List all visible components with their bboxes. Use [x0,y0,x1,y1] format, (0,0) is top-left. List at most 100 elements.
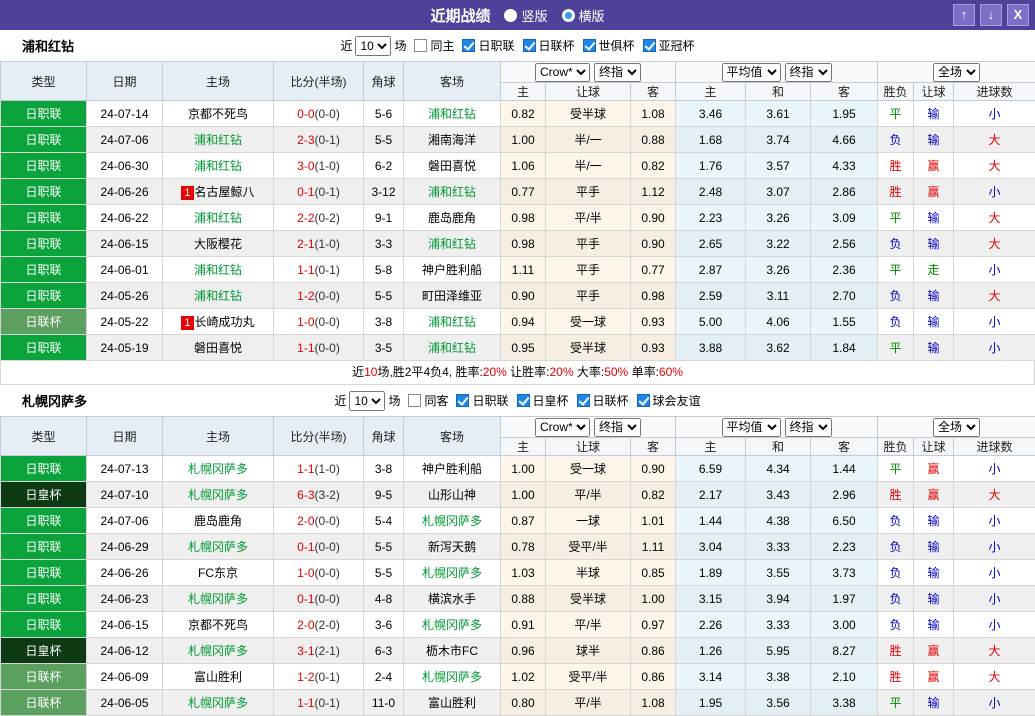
section-0-match-count-select[interactable]: 10 [355,36,391,56]
section-1-average-select[interactable]: 平均值 [722,418,781,437]
handicap-odds-0: 0.91 [501,612,546,638]
section-0-competition-checkbox-0[interactable] [462,39,475,52]
section-1-match-count-select[interactable]: 10 [349,391,385,411]
home-team-name: 札幌冈萨多 [188,644,248,658]
section-0-table-row-9: 日职联24-05-19磐田喜悦1-1(0-0)3-5浦和红钻0.95受半球0.9… [1,335,1035,361]
home-team: FC东京 [163,560,274,586]
section-1-final-index-select-2[interactable]: 终指 [785,418,832,437]
average-odds-0: 1.76 [676,153,746,179]
away-team: 浦和红钻 [404,231,501,257]
halftime-score: (0-1) [315,670,340,684]
handicap-odds-1: 受一球 [546,456,631,482]
section-0-table-row-3: 日职联24-06-261名古屋鲸八0-1(0-1)3-12浦和红钻0.77平手1… [1,179,1035,205]
section-0-competition-checkbox-1[interactable] [523,39,536,52]
result-wdl: 负 [878,127,914,153]
result-wdl: 负 [878,560,914,586]
section-1-competition-checkbox-2[interactable] [577,394,590,407]
away-team-name: 横滨水手 [428,592,476,606]
average-odds-1: 5.95 [746,638,811,664]
handicap-odds-1: 半球 [546,560,631,586]
horizontal-layout-radio[interactable] [562,9,575,22]
match-date: 24-07-13 [87,456,163,482]
section-1-scope-dropdown-cell: 全场 [878,417,1035,438]
move-down-icon[interactable]: ↓ [980,4,1002,26]
vertical-layout-label[interactable]: 竖版 [521,6,547,25]
average-odds-1: 3.61 [746,101,811,127]
section-0-header-4: 角球 [364,62,404,101]
away-team: 浦和红钻 [404,309,501,335]
away-team: 湘南海洋 [404,127,501,153]
home-team: 富山胜利 [163,664,274,690]
halftime-score: (0-0) [315,514,340,528]
section-1-competition-checkbox-0[interactable] [456,394,469,407]
section-1-team-name: 札幌冈萨多 [22,391,87,410]
result-wdl: 平 [878,257,914,283]
handicap-odds-2: 1.11 [631,534,676,560]
handicap-odds-0: 1.00 [501,482,546,508]
home-team: 大阪樱花 [163,231,274,257]
result-handicap: 输 [914,283,954,309]
section-1-scope-select[interactable]: 全场 [933,418,980,437]
match-date: 24-06-12 [87,638,163,664]
handicap-odds-2: 0.82 [631,153,676,179]
handicap-odds-2: 1.01 [631,508,676,534]
average-odds-2: 8.27 [811,638,878,664]
section-0-odds-source-select[interactable]: Crow* [535,63,590,82]
section-0-competition-checkbox-2[interactable] [583,39,596,52]
corner-count: 5-5 [364,560,404,586]
result-handicap: 赢 [914,638,954,664]
section-1-header-4: 角球 [364,417,404,456]
handicap-odds-1: 受平/半 [546,534,631,560]
section-1-subheader-7: 让球 [914,438,954,456]
result-goals: 小 [954,534,1035,560]
home-team-name: 札幌冈萨多 [188,540,248,554]
section-1-table-row-7: 日皇杯24-06-12札幌冈萨多3-1(2-1)6-3枥木市FC0.96球半0.… [1,638,1035,664]
result-handicap: 输 [914,309,954,335]
section-0-final-index-select-1[interactable]: 终指 [594,63,641,82]
result-handicap: 赢 [914,153,954,179]
section-1-odds-source-select[interactable]: Crow* [535,418,590,437]
section-1-final-index-select-1[interactable]: 终指 [594,418,641,437]
section-0-final-index-select-2[interactable]: 终指 [785,63,832,82]
section-1-competition-checkbox-1[interactable] [517,394,530,407]
vertical-layout-radio[interactable] [504,9,517,22]
handicap-odds-1: 平手 [546,179,631,205]
handicap-odds-2: 1.12 [631,179,676,205]
corner-count: 5-8 [364,257,404,283]
handicap-odds-1: 受半球 [546,335,631,361]
handicap-odds-0: 0.90 [501,283,546,309]
move-up-icon[interactable]: ↑ [953,4,975,26]
close-icon[interactable]: X [1007,4,1029,26]
competition-badge: 日职联 [1,560,87,586]
section-1-same-venue-label: 同客 [424,392,448,409]
section-0-scope-select[interactable]: 全场 [933,63,980,82]
result-wdl: 负 [878,534,914,560]
halftime-score: (2-1) [315,644,340,658]
section-1-competition-checkbox-3[interactable] [637,394,650,407]
halftime-score: (0-0) [315,289,340,303]
result-wdl: 平 [878,101,914,127]
away-team-name: 磐田喜悦 [428,159,476,173]
competition-badge: 日职联 [1,127,87,153]
average-odds-0: 3.04 [676,534,746,560]
horizontal-layout-label[interactable]: 横版 [579,6,605,25]
section-0-average-select[interactable]: 平均值 [722,63,781,82]
handicap-odds-2: 0.86 [631,664,676,690]
section-1-table-row-4: 日职联24-06-26FC东京1-0(0-0)5-5札幌冈萨多1.03半球0.8… [1,560,1035,586]
fulltime-score: 2-0 [297,514,314,528]
section-1-competition-label-2: 日联杯 [593,392,629,409]
section-0-competition-checkbox-3[interactable] [643,39,656,52]
home-team: 札幌冈萨多 [163,534,274,560]
section-0-subheader-5: 客 [811,83,878,101]
result-wdl: 胜 [878,179,914,205]
section-0-same-venue-checkbox[interactable] [414,39,427,52]
home-team: 浦和红钻 [163,257,274,283]
average-odds-0: 2.26 [676,612,746,638]
section-1-subheader-4: 和 [746,438,811,456]
section-1-competition-label-0: 日职联 [472,392,508,409]
section-1-same-venue-checkbox[interactable] [408,394,421,407]
competition-badge: 日联杯 [1,664,87,690]
result-wdl: 负 [878,508,914,534]
handicap-odds-0: 0.87 [501,508,546,534]
fulltime-score: 1-2 [297,670,314,684]
